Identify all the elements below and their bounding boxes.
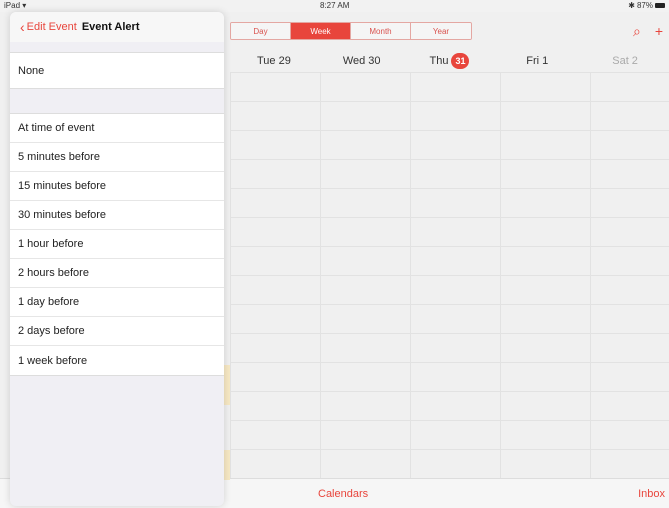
bluetooth-icon: ✱	[628, 1, 635, 10]
chevron-left-icon: ‹	[20, 19, 25, 35]
alert-option[interactable]: 1 week before	[10, 346, 224, 375]
day-header-fri[interactable]: Fri 1	[493, 50, 581, 72]
event-block[interactable]	[224, 450, 230, 480]
alert-option[interactable]: 2 hours before	[10, 259, 224, 288]
alert-option[interactable]: At time of event	[10, 114, 224, 143]
week-grid[interactable]	[230, 72, 669, 486]
alert-options-list: At time of event 5 minutes before 15 min…	[10, 113, 224, 376]
view-tab-week[interactable]: Week	[291, 23, 351, 39]
wifi-icon: ▾	[22, 1, 27, 10]
calendars-button[interactable]: Calendars	[318, 488, 368, 500]
back-button-label: Edit Event	[26, 21, 77, 33]
day-header-thu[interactable]: Thu 31	[406, 50, 494, 72]
day-header-tue[interactable]: Tue 29	[230, 50, 318, 72]
toolbar-icons: ⌕ +	[633, 24, 663, 38]
view-tab-year[interactable]: Year	[411, 23, 471, 39]
view-segmented-control: Day Week Month Year	[230, 22, 472, 40]
event-block[interactable]	[224, 365, 230, 405]
event-alert-popover: ‹ Edit Event Event Alert None At time of…	[10, 12, 224, 506]
none-section: None	[10, 52, 224, 89]
alert-option[interactable]: 1 day before	[10, 288, 224, 317]
alert-option-none[interactable]: None	[10, 53, 224, 88]
battery-percent: 87%	[636, 1, 653, 10]
alert-option[interactable]: 5 minutes before	[10, 143, 224, 172]
view-tab-day[interactable]: Day	[231, 23, 291, 39]
search-icon[interactable]: ⌕	[633, 24, 641, 38]
device-name: iPad	[4, 1, 21, 10]
alert-option[interactable]: 2 days before	[10, 317, 224, 346]
battery-icon	[655, 3, 665, 8]
status-bar: iPad ▾ 8:27 AM ✱ 87%	[0, 0, 669, 12]
day-header-wed[interactable]: Wed 30	[318, 50, 406, 72]
popover-navbar: ‹ Edit Event Event Alert	[10, 12, 224, 42]
back-button[interactable]: ‹ Edit Event	[20, 20, 77, 34]
day-header-sat[interactable]: Sat 2	[581, 50, 669, 72]
alert-option[interactable]: 30 minutes before	[10, 201, 224, 230]
inbox-button[interactable]: Inbox	[638, 488, 665, 500]
popover-title: Event Alert	[81, 21, 140, 33]
status-right: ✱ 87%	[628, 1, 665, 10]
status-time: 8:27 AM	[320, 1, 350, 10]
device-label: iPad ▾	[4, 1, 26, 10]
add-icon[interactable]: +	[655, 24, 663, 38]
today-badge: 31	[451, 53, 470, 69]
day-header-thu-label: Thu	[429, 55, 449, 67]
view-tab-month[interactable]: Month	[351, 23, 411, 39]
day-header-row: Tue 29 Wed 30 Thu 31 Fri 1 Sat 2	[230, 50, 669, 72]
alert-option[interactable]: 15 minutes before	[10, 172, 224, 201]
alert-option[interactable]: 1 hour before	[10, 230, 224, 259]
